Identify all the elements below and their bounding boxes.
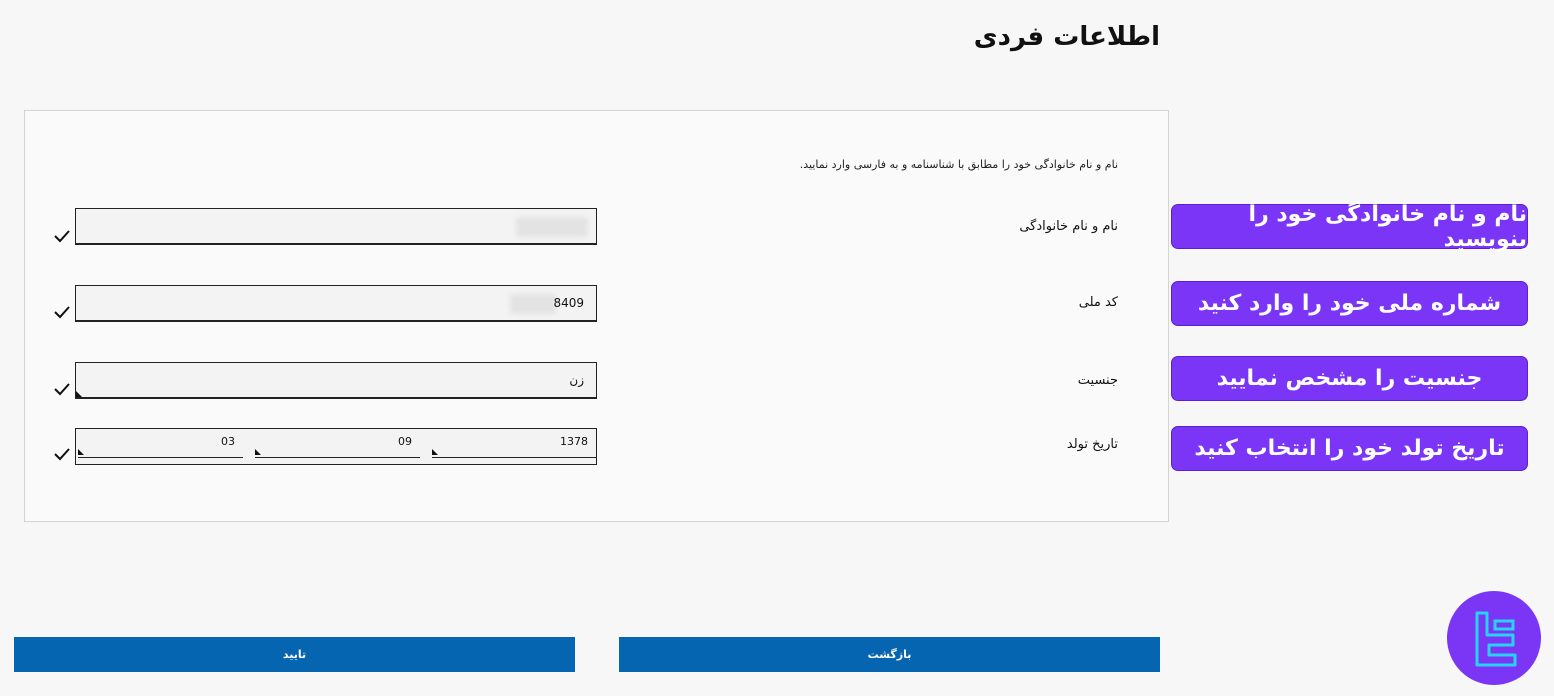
national-code-label: کد ملی: [1078, 295, 1118, 310]
birth-year-select[interactable]: 1378: [432, 429, 596, 458]
gender-value: زن: [569, 373, 584, 387]
full-name-label: نام و نام خانوادگی: [1019, 219, 1118, 234]
back-button[interactable]: بازگشت: [619, 637, 1160, 672]
personal-info-form: نام و نام خانوادگی خود را مطابق با شناسن…: [24, 110, 1169, 522]
dropdown-arrow-icon: [255, 449, 261, 455]
callout-national-code: شماره ملی خود را وارد کنید: [1171, 281, 1528, 326]
redacted-value: [516, 217, 588, 237]
birth-date-label: تاریخ تولد: [1066, 437, 1118, 452]
birth-date-group: 1378 09 03: [75, 428, 597, 465]
dropdown-arrow-icon: [432, 449, 438, 455]
birth-month-value: 09: [398, 435, 412, 448]
callout-birth-date: تاریخ تولد خود را انتخاب کنید: [1171, 426, 1528, 471]
check-icon: [54, 306, 70, 319]
callout-gender: جنسیت را مشخص نمایید: [1171, 356, 1528, 401]
check-icon: [54, 230, 70, 243]
birth-month-select[interactable]: 09: [255, 429, 420, 458]
callout-full-name: نام و نام خانوادگی خود را بنویسید: [1171, 202, 1528, 252]
form-instructions: نام و نام خانوادگی خود را مطابق با شناسن…: [799, 158, 1118, 171]
gender-label: جنسیت: [1077, 373, 1118, 388]
national-code-input[interactable]: 8409: [75, 285, 597, 322]
check-icon: [54, 383, 70, 396]
dropdown-arrow-icon: [76, 391, 82, 397]
birth-day-select[interactable]: 03: [78, 429, 243, 458]
page-title: اطلاعات فردی: [973, 22, 1160, 52]
brand-logo-icon: [1475, 611, 1517, 667]
redacted-value: [510, 294, 556, 314]
full-name-input[interactable]: [75, 208, 597, 245]
confirm-button[interactable]: تایید: [14, 637, 575, 672]
dropdown-arrow-icon: [78, 449, 84, 455]
birth-day-value: 03: [221, 435, 235, 448]
national-code-value: 8409: [553, 296, 584, 310]
brand-logo: [1447, 591, 1541, 685]
gender-select[interactable]: زن: [75, 362, 597, 399]
check-icon: [54, 448, 70, 461]
birth-year-value: 1378: [560, 435, 588, 448]
